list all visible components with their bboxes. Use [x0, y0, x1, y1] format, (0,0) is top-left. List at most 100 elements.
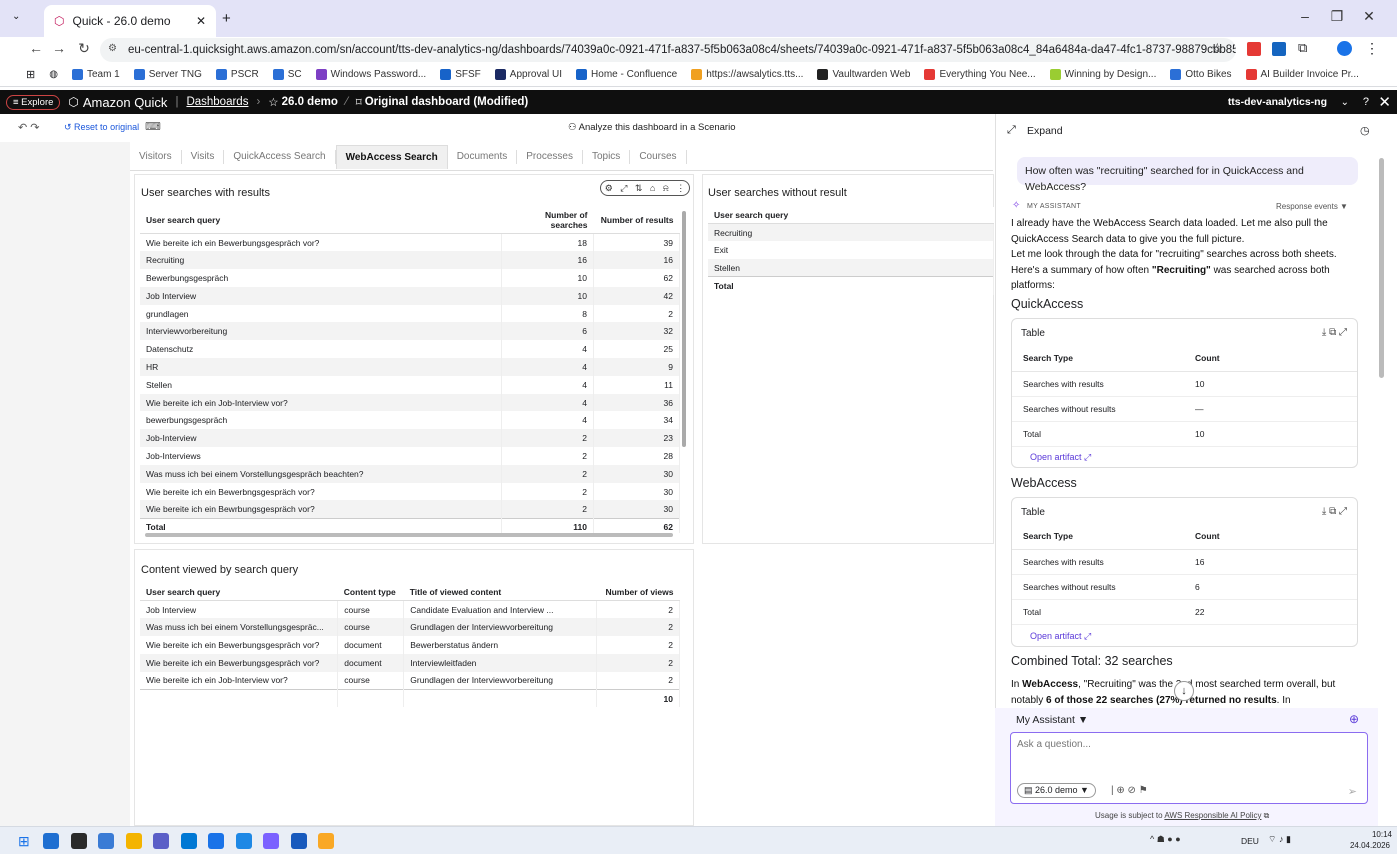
- table-row[interactable]: Wie bereite ich ein Job-Interview vor? co…: [140, 671, 680, 690]
- table-row[interactable]: Wie bereite ich ein Bewerbungsgespräch v…: [140, 233, 680, 252]
- pdf-extension-icon[interactable]: [1247, 42, 1261, 56]
- open-artifact-link[interactable]: Open artifact ⤢: [1030, 631, 1091, 642]
- table-row[interactable]: Job Interview course Candidate Evaluation …: [140, 600, 680, 619]
- globe-icon[interactable]: ◍: [49, 69, 58, 80]
- card-actions[interactable]: ⤓ ⧉ ⤢: [1322, 506, 1347, 517]
- sheet-tab[interactable]: Courses: [630, 150, 687, 164]
- table-row[interactable]: Wie bereite ich ein Job-Interview vor? 4 3…: [140, 393, 680, 412]
- sheet-tab[interactable]: QuickAccess Search: [224, 150, 336, 164]
- taskbar-app-icon[interactable]: [153, 833, 169, 849]
- account-menu[interactable]: tts-dev-analytics-ng: [1228, 96, 1327, 108]
- favorite-star-icon[interactable]: ☆: [268, 95, 278, 109]
- expand-icon[interactable]: ⤢: [1007, 124, 1016, 137]
- column-header[interactable]: User search query: [708, 207, 994, 224]
- taskbar-app-icon[interactable]: [263, 833, 279, 849]
- minimize-icon[interactable]: –: [1294, 8, 1316, 28]
- bookmark-item[interactable]: Server TNG: [133, 69, 202, 80]
- more-menu-icon[interactable]: ⋮: [676, 183, 685, 194]
- language-indicator[interactable]: DEU: [1241, 836, 1259, 846]
- bookmark-item[interactable]: SC: [272, 69, 302, 80]
- alert-icon[interactable]: ⍾: [663, 183, 669, 194]
- bookmark-item[interactable]: Otto Bikes: [1170, 69, 1232, 80]
- table-row[interactable]: Interviewvorbereitung 6 32: [140, 322, 680, 341]
- taskbar-app-icon[interactable]: [318, 833, 334, 849]
- sheet-tab[interactable]: Visitors: [130, 150, 182, 164]
- vertical-scrollbar[interactable]: [682, 211, 686, 447]
- scroll-down-icon[interactable]: ↓: [1174, 681, 1194, 701]
- windows-start-icon[interactable]: ⊞: [18, 833, 30, 850]
- close-window-icon[interactable]: ✕: [1358, 8, 1380, 28]
- column-header[interactable]: User search query: [140, 207, 502, 234]
- table-row[interactable]: Job Interview 10 42: [140, 286, 680, 305]
- comment-icon[interactable]: ⌨: [145, 120, 161, 133]
- bookmark-star-icon[interactable]: ☆: [1211, 40, 1224, 57]
- bookmark-item[interactable]: Windows Password...: [315, 69, 426, 80]
- reset-to-original-button[interactable]: ↺ Reset to original: [64, 122, 139, 133]
- column-header[interactable]: Content type: [337, 584, 404, 601]
- reload-icon[interactable]: ↻: [75, 40, 93, 60]
- bookmark-item[interactable]: Approval UI: [494, 69, 562, 80]
- sheet-tab[interactable]: Processes: [517, 150, 583, 164]
- bookmark-item[interactable]: Everything You Nee...: [924, 69, 1036, 80]
- table-row[interactable]: bewerbungsgespräch 4 34: [140, 411, 680, 430]
- settings-icon[interactable]: ⚙: [605, 183, 613, 194]
- back-icon[interactable]: ←: [27, 40, 45, 60]
- column-header[interactable]: Title of viewed content: [403, 584, 597, 601]
- breadcrumb-dashboards-link[interactable]: Dashboards: [186, 96, 248, 108]
- table-row[interactable]: Was muss ich bei einem Vorstellungsgespr…: [140, 618, 680, 637]
- forward-icon[interactable]: →: [50, 40, 68, 60]
- network-volume-battery-icons[interactable]: ⌔ ♪ ▮: [1268, 834, 1291, 845]
- table-row[interactable]: Datenschutz 4 25: [140, 340, 680, 359]
- table-row[interactable]: grundlagen 8 2: [140, 304, 680, 323]
- table-row[interactable]: Wie bereite ich ein Bewerbungsgespräch v…: [140, 636, 680, 654]
- taskbar-app-icon[interactable]: [180, 833, 197, 849]
- taskbar-app-icon[interactable]: [235, 833, 252, 849]
- horizontal-scrollbar[interactable]: [145, 533, 673, 537]
- site-settings-icon[interactable]: ⚙: [108, 43, 117, 54]
- table-row[interactable]: Was muss ich bei einem Vorstellungsgespr…: [140, 464, 680, 483]
- sort-icon[interactable]: ⇅: [635, 183, 643, 194]
- browser-menu-icon[interactable]: ⋮: [1365, 40, 1379, 57]
- column-header[interactable]: Number of results: [593, 207, 680, 234]
- table-row[interactable]: Stellen: [708, 259, 994, 277]
- table-row[interactable]: Recruiting: [708, 223, 994, 242]
- browser-tab[interactable]: ⬡ Quick - 26.0 demo ✕: [44, 5, 216, 37]
- drill-icon[interactable]: ⌂: [650, 183, 655, 193]
- bookmark-item[interactable]: Home - Confluence: [576, 69, 677, 80]
- extension-icon[interactable]: [1272, 42, 1286, 56]
- table-row[interactable]: Exit: [708, 241, 994, 260]
- expand-label[interactable]: Expand: [1027, 125, 1063, 137]
- column-header[interactable]: Number of views: [596, 584, 680, 601]
- apps-grid-icon[interactable]: ⊞: [26, 68, 35, 81]
- taskbar-app-icon[interactable]: [43, 833, 59, 849]
- table-row[interactable]: Job-Interview 2 23: [140, 429, 680, 448]
- column-header[interactable]: User search query: [140, 584, 338, 601]
- taskbar-app-icon[interactable]: [125, 833, 142, 849]
- table-row[interactable]: Recruiting 16 16: [140, 251, 680, 270]
- sheet-tab[interactable]: WebAccess Search: [335, 145, 448, 169]
- taskbar-app-icon[interactable]: [290, 833, 307, 849]
- url-bar[interactable]: eu-central-1.quicksight.aws.amazon.com/s…: [100, 38, 1236, 62]
- bookmark-item[interactable]: https://awsalytics.tts...: [691, 69, 803, 80]
- new-tab-icon[interactable]: +: [222, 10, 231, 27]
- assistant-selector[interactable]: My Assistant ▼: [1016, 714, 1088, 726]
- table-row[interactable]: Bewerbungsgespräch 10 62: [140, 269, 680, 287]
- history-icon[interactable]: ◷: [1360, 124, 1370, 137]
- table-row[interactable]: HR 4 9: [140, 358, 680, 376]
- bookmark-item[interactable]: Team 1: [71, 69, 120, 80]
- chevron-down-icon[interactable]: ⌄: [1341, 97, 1349, 108]
- column-header[interactable]: Number of searches: [501, 207, 594, 234]
- card-actions[interactable]: ⤓ ⧉ ⤢: [1322, 327, 1347, 338]
- bookmark-item[interactable]: SFSF: [440, 69, 481, 80]
- sheet-tab[interactable]: Visits: [182, 150, 225, 164]
- new-chat-icon[interactable]: ⊕: [1349, 712, 1359, 726]
- close-panel-icon[interactable]: ✕: [1378, 93, 1391, 111]
- open-artifact-link[interactable]: Open artifact ⤢: [1030, 452, 1091, 463]
- scenario-link[interactable]: ⚇ Analyze this dashboard in a Scenario: [568, 122, 736, 133]
- bookmark-item[interactable]: Winning by Design...: [1049, 69, 1156, 80]
- expand-icon[interactable]: ⤢: [620, 183, 627, 194]
- send-icon[interactable]: ➢: [1348, 785, 1357, 798]
- composer-tools-icons[interactable]: | ⊕ ⊘ ⚑: [1111, 785, 1148, 796]
- sheet-tab[interactable]: Documents: [448, 150, 518, 164]
- table-row[interactable]: Wie bereite ich ein Bewrbungsgespräch vo…: [140, 500, 680, 519]
